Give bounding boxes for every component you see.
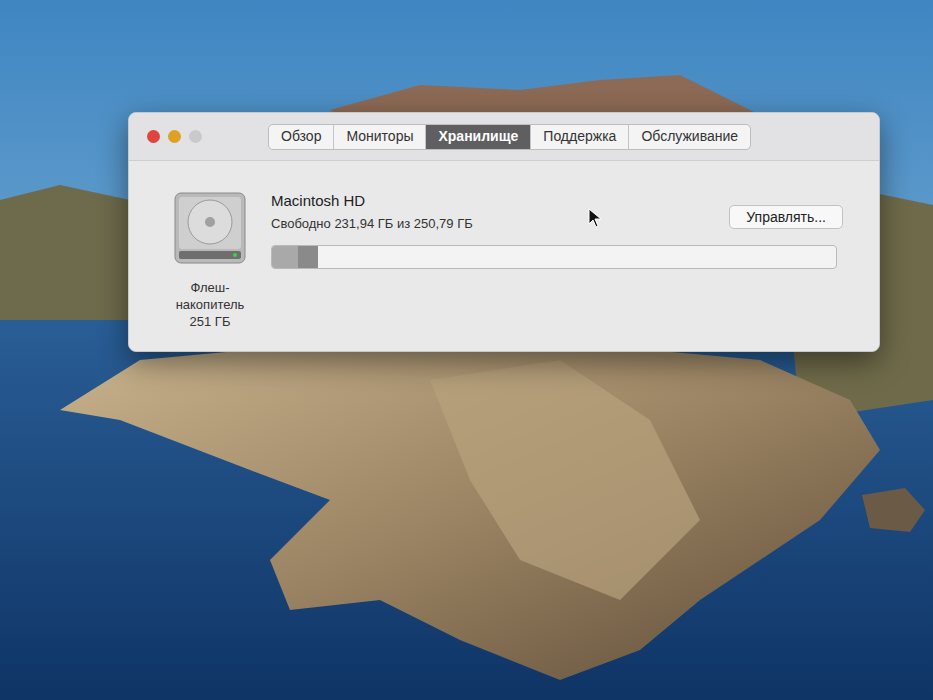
- close-button[interactable]: [147, 130, 160, 143]
- drive-kind: Флеш-накопитель: [168, 279, 252, 313]
- title-bar: ОбзорМониторыХранилищеПоддержкаОбслужива…: [129, 113, 879, 161]
- drive-summary: Флеш-накопитель251 ГБ: [165, 191, 255, 330]
- drive-capacity: 251 ГБ: [190, 313, 231, 330]
- minimize-button[interactable]: [168, 130, 181, 143]
- tab[interactable]: Обслуживание: [628, 125, 750, 149]
- drive-name: Macintosh HD: [271, 191, 473, 211]
- drive-icon: [173, 191, 247, 265]
- storage-panel: Флеш-накопитель251 ГБ Macintosh HD Свободн…: [129, 161, 879, 330]
- storage-segment: [272, 246, 298, 268]
- tab[interactable]: Поддержка: [530, 125, 628, 149]
- free-space: Свободно 231,94 ГБ из 250,79 ГБ: [271, 215, 473, 233]
- zoom-button[interactable]: [189, 130, 202, 143]
- manage-button[interactable]: Управлять...: [729, 205, 843, 229]
- cursor-icon: [588, 208, 602, 228]
- tab[interactable]: Хранилище: [425, 125, 530, 149]
- tab[interactable]: Обзор: [269, 125, 333, 149]
- about-window: ОбзорМониторыХранилищеПоддержкаОбслужива…: [128, 112, 880, 352]
- storage-segment: [298, 246, 318, 268]
- storage-bar: [271, 245, 837, 269]
- drive-details: Macintosh HD Свободно 231,94 ГБ из 250,79…: [271, 191, 843, 330]
- tab-bar: ОбзорМониторыХранилищеПоддержкаОбслужива…: [268, 124, 751, 150]
- desktop: ОбзорМониторыХранилищеПоддержкаОбслужива…: [0, 0, 933, 700]
- tab[interactable]: Мониторы: [333, 125, 425, 149]
